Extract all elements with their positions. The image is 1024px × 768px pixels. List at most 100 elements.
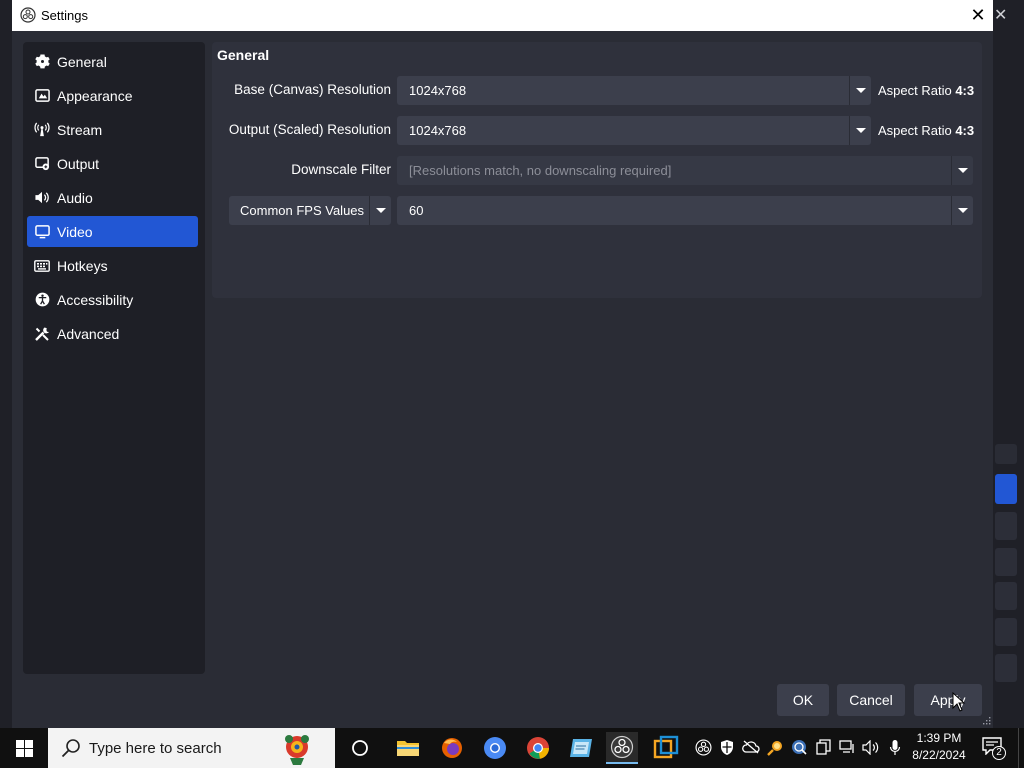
network-wired-icon[interactable] xyxy=(838,738,856,756)
magnifier-tray-icon[interactable] xyxy=(766,738,784,756)
background-button[interactable] xyxy=(995,582,1017,610)
chevron-down-icon[interactable] xyxy=(849,76,871,105)
apply-button[interactable]: Apply xyxy=(914,684,982,716)
sidebar-item-label: Accessibility xyxy=(57,291,134,308)
sidebar-item-advanced[interactable]: Advanced xyxy=(27,318,198,349)
fps-type-value: Common FPS Values xyxy=(240,203,365,218)
taskbar-clock[interactable]: 1:39 PM 8/22/2024 xyxy=(906,730,972,764)
aspect-ratio-label: Aspect Ratio xyxy=(878,83,952,98)
fps-value: 60 xyxy=(409,203,424,218)
dialog-title: Settings xyxy=(41,8,88,23)
settings-sidebar: General Appearance Stream Output Audio V… xyxy=(23,42,205,674)
chevron-down-icon[interactable] xyxy=(849,116,871,145)
downscale-filter-value: [Resolutions match, no downscaling requi… xyxy=(409,163,672,178)
section-title: General xyxy=(217,47,270,63)
close-icon[interactable]: ✕ xyxy=(968,4,988,26)
settings-dialog: Settings ✕ General Appearance Stream Out… xyxy=(12,0,993,728)
speaker-icon xyxy=(34,190,50,206)
sidebar-item-general[interactable]: General xyxy=(27,46,198,77)
taskbar-search-box[interactable]: Type here to search xyxy=(48,728,335,768)
video-general-panel: General Base (Canvas) Resolution 1024x76… xyxy=(212,42,982,298)
base-resolution-label: Base (Canvas) Resolution xyxy=(234,82,391,97)
sidebar-item-label: Stream xyxy=(57,121,103,138)
sidebar-item-label: Output xyxy=(57,155,100,172)
task-view-icon[interactable] xyxy=(344,732,376,764)
notification-count-badge: 2 xyxy=(992,746,1006,760)
chevron-down-icon[interactable] xyxy=(951,196,973,225)
chevron-down-icon[interactable] xyxy=(369,196,391,225)
accessibility-icon xyxy=(34,292,50,308)
security-shield-icon[interactable] xyxy=(718,738,736,756)
sidebar-item-label: Advanced xyxy=(57,325,120,342)
firefox-icon[interactable] xyxy=(436,732,468,764)
dialog-titlebar: Settings ✕ xyxy=(12,0,993,31)
notes-app-icon[interactable] xyxy=(565,732,597,764)
network-tray-icon[interactable] xyxy=(790,738,808,756)
virtualbox-icon[interactable] xyxy=(650,732,682,764)
ok-button[interactable]: OK xyxy=(777,684,829,716)
resize-grip-icon[interactable] xyxy=(982,716,991,725)
background-obs-window-left xyxy=(0,0,12,728)
keyboard-icon xyxy=(34,258,50,274)
sidebar-item-appearance[interactable]: Appearance xyxy=(27,80,198,111)
sidebar-item-label: Video xyxy=(57,223,93,240)
background-gear-button[interactable] xyxy=(995,548,1017,576)
sidebar-item-label: Audio xyxy=(57,189,93,206)
background-button[interactable] xyxy=(995,618,1017,646)
broadcast-icon xyxy=(34,122,50,138)
file-explorer-icon[interactable] xyxy=(392,732,424,764)
sidebar-item-label: General xyxy=(57,53,107,70)
obs-studio-icon[interactable] xyxy=(606,732,638,764)
obs-logo-icon xyxy=(20,7,36,23)
cancel-button[interactable]: Cancel xyxy=(837,684,905,716)
output-aspect-ratio: Aspect Ratio 4:3 xyxy=(878,123,974,138)
show-desktop-button[interactable] xyxy=(1018,728,1024,768)
copy-tray-icon[interactable] xyxy=(814,738,832,756)
search-highlight-illustration-icon[interactable] xyxy=(276,730,318,766)
cloud-offline-icon[interactable] xyxy=(742,738,760,756)
fps-value-combo[interactable]: 60 xyxy=(397,196,973,225)
clock-time: 1:39 PM xyxy=(916,731,962,745)
sidebar-item-video[interactable]: Video xyxy=(27,216,198,247)
sidebar-item-stream[interactable]: Stream xyxy=(27,114,198,145)
tools-icon xyxy=(34,326,50,342)
mouse-cursor-icon xyxy=(952,692,966,712)
downscale-filter-combo[interactable]: [Resolutions match, no downscaling requi… xyxy=(397,156,973,185)
obs-tray-icon[interactable] xyxy=(694,738,712,756)
aspect-ratio-label: Aspect Ratio xyxy=(878,123,952,138)
sidebar-item-audio[interactable]: Audio xyxy=(27,182,198,213)
microphone-icon[interactable] xyxy=(886,738,904,756)
chrome-icon[interactable] xyxy=(522,732,554,764)
notification-center-button[interactable]: 2 xyxy=(982,737,1006,760)
output-resolution-value: 1024x768 xyxy=(409,123,467,138)
taskbar: Type here to search 1:39 PM 8/22/2024 2 xyxy=(0,728,1024,768)
windows-logo-icon xyxy=(15,739,33,757)
start-button[interactable] xyxy=(0,728,48,768)
output-resolution-combo[interactable]: 1024x768 xyxy=(397,116,871,145)
background-obs-window-right: ✕ xyxy=(993,0,1024,728)
sidebar-item-label: Hotkeys xyxy=(57,257,108,274)
chromium-icon[interactable] xyxy=(479,732,511,764)
appearance-icon xyxy=(34,88,50,104)
base-resolution-value: 1024x768 xyxy=(409,83,467,98)
background-button[interactable] xyxy=(995,654,1017,682)
output-resolution-label: Output (Scaled) Resolution xyxy=(228,122,391,137)
background-dock-header xyxy=(995,444,1017,464)
background-button[interactable] xyxy=(995,512,1017,540)
search-icon xyxy=(61,739,80,758)
sidebar-item-hotkeys[interactable]: Hotkeys xyxy=(27,250,198,281)
volume-icon[interactable] xyxy=(862,738,880,756)
background-close-icon[interactable]: ✕ xyxy=(994,5,1007,25)
base-aspect-ratio: Aspect Ratio 4:3 xyxy=(878,83,974,98)
chevron-down-icon[interactable] xyxy=(951,156,973,185)
clock-date: 8/22/2024 xyxy=(912,748,966,762)
sidebar-item-output[interactable]: Output xyxy=(27,148,198,179)
sidebar-item-accessibility[interactable]: Accessibility xyxy=(27,284,198,315)
background-blue-button[interactable] xyxy=(995,474,1017,504)
output-icon xyxy=(34,156,50,172)
search-placeholder: Type here to search xyxy=(89,739,222,757)
base-resolution-combo[interactable]: 1024x768 xyxy=(397,76,871,105)
sidebar-item-label: Appearance xyxy=(57,87,133,104)
downscale-filter-label: Downscale Filter xyxy=(291,162,391,177)
fps-type-combo[interactable]: Common FPS Values xyxy=(229,196,391,225)
